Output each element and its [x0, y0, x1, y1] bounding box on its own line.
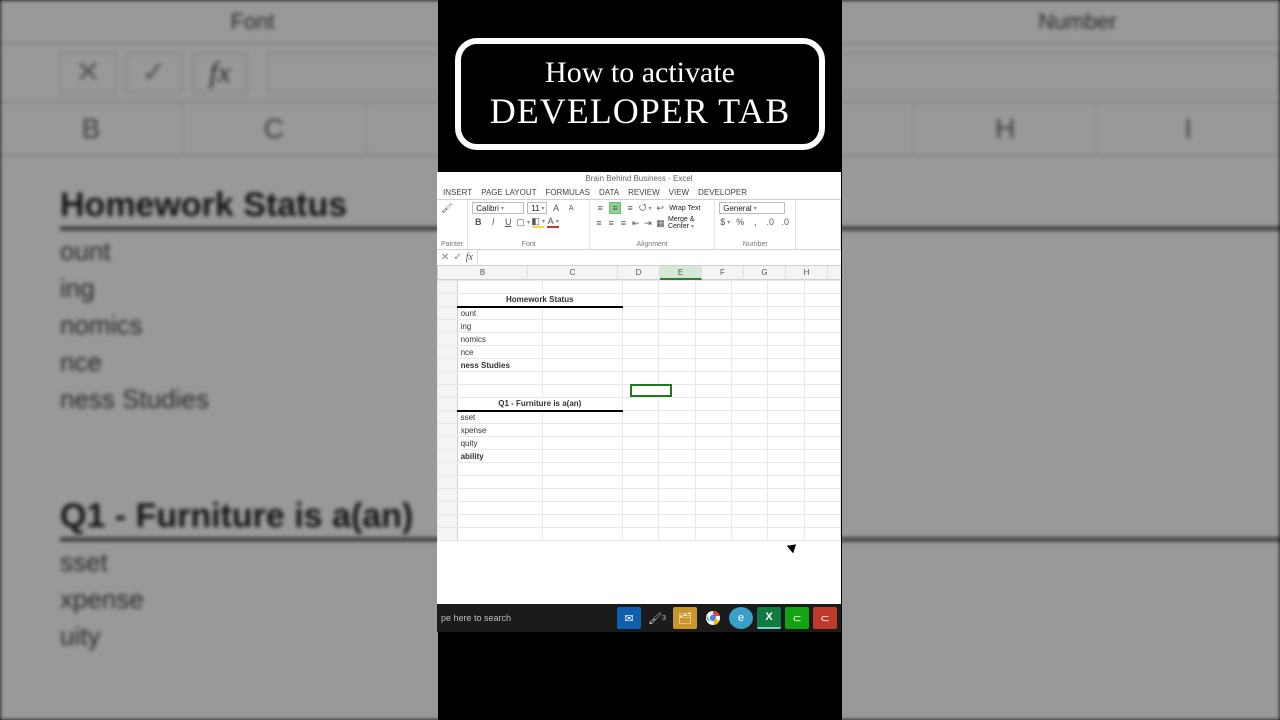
merge-center-icon[interactable]: ▦: [656, 217, 665, 229]
bg-ribbon-group-font: Font: [90, 9, 415, 35]
formula-bar[interactable]: ✕ ✓ fx: [437, 250, 841, 266]
ribbon-tabbar[interactable]: INSERT PAGE LAYOUT FORMULAS DATA REVIEW …: [437, 186, 841, 200]
percent-format-icon[interactable]: %: [734, 216, 746, 228]
align-middle-icon[interactable]: ≡: [609, 202, 621, 214]
spreadsheet-grid[interactable]: Homework Status ount ing nomics nce ness…: [437, 280, 841, 604]
col-header-f[interactable]: F: [702, 266, 744, 280]
chrome-icon[interactable]: [701, 607, 725, 629]
overlay-title-line2: DEVELOPER TAB: [479, 90, 801, 132]
cell-row[interactable]: nomics: [457, 333, 543, 346]
bold-button[interactable]: B: [472, 216, 484, 228]
decrease-font-icon[interactable]: A: [565, 202, 577, 214]
col-header-h[interactable]: H: [786, 266, 828, 280]
edge-icon[interactable]: e: [729, 607, 753, 629]
bg-fx-icon: fx: [192, 53, 248, 93]
align-right-icon[interactable]: ≡: [619, 217, 628, 229]
bg-confirm-icon: ✓: [126, 53, 182, 93]
cell-row[interactable]: ount: [457, 307, 543, 320]
enter-formula-icon[interactable]: ✓: [453, 252, 461, 263]
font-name-dropdown[interactable]: Calibri: [472, 202, 524, 214]
cancel-formula-icon[interactable]: ✕: [441, 252, 449, 263]
decrease-indent-icon[interactable]: ⇤: [631, 217, 640, 229]
decrease-decimal-icon[interactable]: .0: [779, 216, 791, 228]
ribbon: 🖌 Painter Calibri 11 A A B I U ▢ ◧ A: [437, 200, 841, 250]
ribbon-tab-view[interactable]: VIEW: [669, 188, 689, 197]
format-painter-icon[interactable]: 🖌: [441, 202, 453, 214]
cell-row[interactable]: nce: [457, 346, 543, 359]
ribbon-tab-data[interactable]: DATA: [599, 188, 619, 197]
mail-icon[interactable]: ✉: [617, 607, 641, 629]
ribbon-group-font: Calibri 11 A A B I U ▢ ◧ A Font: [468, 200, 590, 249]
number-format-dropdown[interactable]: General: [719, 202, 785, 214]
active-cell-selection: [630, 384, 672, 397]
ribbon-tab-developer[interactable]: DEVELOPER: [698, 188, 747, 197]
cell-row[interactable]: ability: [457, 450, 543, 463]
italic-button[interactable]: I: [487, 216, 499, 228]
font-size-dropdown[interactable]: 11: [527, 202, 547, 214]
ribbon-tab-review[interactable]: REVIEW: [628, 188, 660, 197]
ribbon-group-number: General $ % , .0 .0 Number: [715, 200, 796, 249]
cell-row[interactable]: ing: [457, 320, 543, 333]
col-header-i[interactable]: I: [828, 266, 841, 280]
bg-ribbon-group-number: Number: [915, 9, 1240, 35]
cell-row[interactable]: xpense: [457, 424, 543, 437]
col-header-g[interactable]: G: [744, 266, 786, 280]
increase-font-icon[interactable]: A: [550, 202, 562, 214]
ribbon-tab-insert[interactable]: INSERT: [443, 188, 472, 197]
cell-row[interactable]: ness Studies: [457, 359, 543, 372]
excel-icon[interactable]: X: [757, 607, 781, 629]
mouse-cursor-icon: [789, 542, 799, 554]
align-left-icon[interactable]: ≡: [594, 217, 603, 229]
ribbon-group-alignment: ≡ ≡ ≡ ⭯ ↩ Wrap Text ≡ ≡ ≡ ⇤ ⇥ ▦ Merge & …: [590, 200, 715, 249]
comma-format-icon[interactable]: ,: [749, 216, 761, 228]
cell-row[interactable]: quity: [457, 437, 543, 450]
col-header-d[interactable]: D: [618, 266, 660, 280]
cell-section1-header[interactable]: Homework Status: [457, 294, 622, 307]
ribbon-group-overflow: [796, 200, 841, 249]
col-header-c[interactable]: C: [528, 266, 618, 280]
increase-decimal-icon[interactable]: .0: [764, 216, 776, 228]
wrap-text-label[interactable]: Wrap Text: [669, 205, 700, 212]
column-headers[interactable]: B C D E F G H I: [437, 266, 841, 280]
bg-cancel-icon: ✕: [60, 53, 116, 93]
recorder-icon[interactable]: ⊂: [813, 607, 837, 629]
paint-icon[interactable]: 🖌3: [645, 607, 669, 629]
excel-window: Brain Behind Business - Excel INSERT PAG…: [437, 172, 841, 632]
accounting-format-icon[interactable]: $: [719, 216, 731, 228]
align-center-icon[interactable]: ≡: [606, 217, 615, 229]
underline-button[interactable]: U: [502, 216, 514, 228]
cell-section2-header[interactable]: Q1 - Furniture is a(an): [457, 398, 622, 411]
ribbon-tab-page-layout[interactable]: PAGE LAYOUT: [481, 188, 536, 197]
fx-icon[interactable]: fx: [466, 252, 473, 263]
fill-color-button[interactable]: ◧: [532, 216, 544, 228]
overlay-title-line1: How to activate: [479, 56, 801, 90]
cell-row[interactable]: sset: [457, 411, 543, 424]
font-color-button[interactable]: A: [547, 216, 559, 228]
ribbon-group-clipboard: 🖌 Painter: [437, 200, 468, 249]
increase-indent-icon[interactable]: ⇥: [643, 217, 652, 229]
col-header-b[interactable]: B: [438, 266, 528, 280]
col-header-e[interactable]: E: [660, 266, 702, 280]
align-top-icon[interactable]: ≡: [594, 202, 606, 214]
wrap-text-icon[interactable]: ↩: [654, 202, 666, 214]
overlay-title-card: How to activate DEVELOPER TAB: [455, 38, 825, 150]
camtasia-icon[interactable]: ⊂: [785, 607, 809, 629]
windows-taskbar[interactable]: pe here to search ✉ 🖌3 🗂 e X ⊂ ⊂: [437, 604, 841, 632]
ribbon-tab-formulas[interactable]: FORMULAS: [545, 188, 589, 197]
orientation-icon[interactable]: ⭯: [639, 202, 651, 214]
align-bottom-icon[interactable]: ≡: [624, 202, 636, 214]
merge-center-label[interactable]: Merge & Center: [668, 216, 710, 230]
taskbar-search-text[interactable]: pe here to search: [441, 613, 511, 623]
file-explorer-icon[interactable]: 🗂: [673, 607, 697, 629]
window-title: Brain Behind Business - Excel: [437, 172, 841, 186]
border-button[interactable]: ▢: [517, 216, 529, 228]
